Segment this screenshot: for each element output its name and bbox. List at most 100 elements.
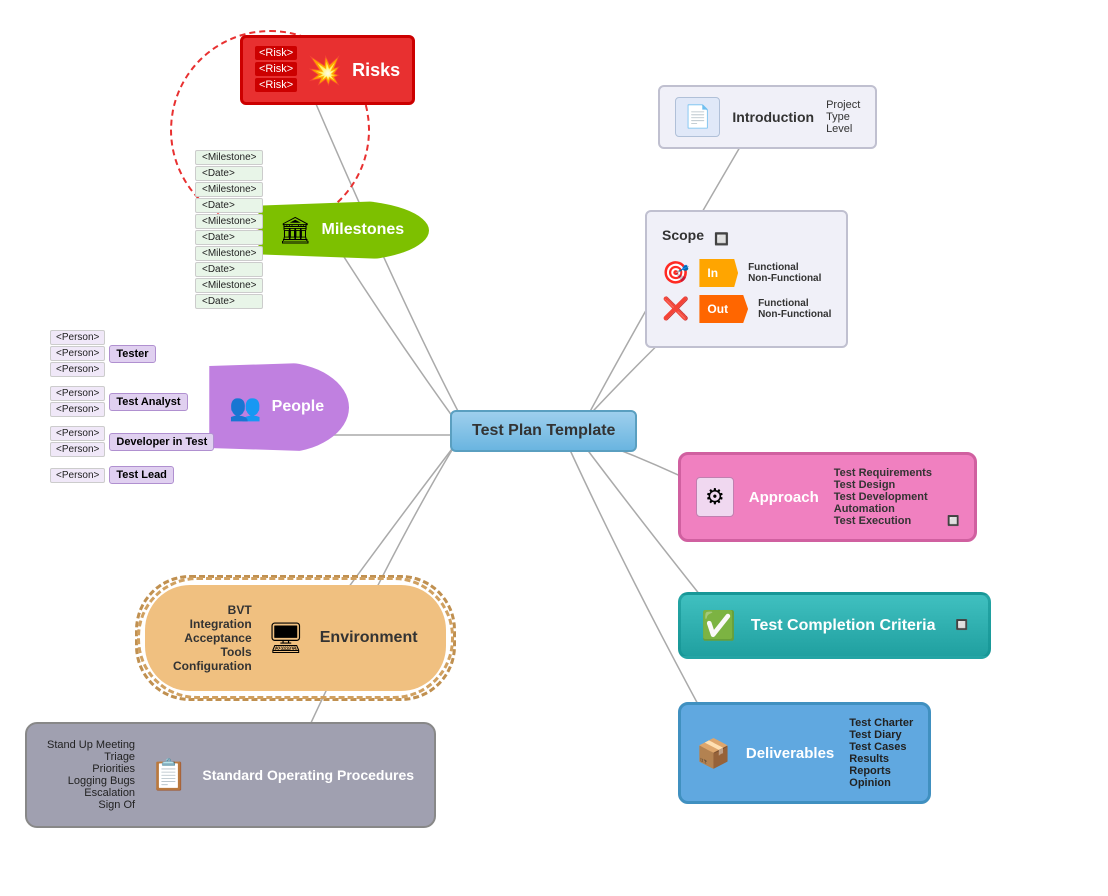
sop-node: Stand Up Meeting Triage Priorities Loggi… — [25, 722, 436, 828]
risks-icon: 💥 — [307, 54, 342, 87]
people-bubble: 👥 People — [209, 362, 349, 453]
risks-list: <Risk> <Risk> <Risk> — [255, 46, 297, 94]
lead-person-1: <Person> — [50, 468, 105, 483]
deliverables-icon: 📦 — [696, 737, 731, 770]
analyst-person-2: <Person> — [50, 402, 105, 417]
env-item-2: Integration — [173, 617, 252, 631]
lead-group: <Person> Test Lead — [50, 466, 214, 484]
tester-person-3: <Person> — [50, 362, 105, 377]
introduction-list: Project Type Level — [826, 99, 860, 135]
intro-item-1: Project — [826, 99, 860, 111]
milestone-date-5: <Date> — [195, 294, 263, 309]
scope-out-icon: ❌ — [662, 296, 689, 322]
deliverables-label: Deliverables — [746, 745, 834, 762]
scope-out-list: Functional Non-Functional — [758, 298, 831, 320]
scope-in-item-1: Functional — [748, 262, 821, 273]
scope-node: Scope 🔲 🎯 In Functional Non-Functional ❌… — [645, 210, 848, 348]
scope-out-row: ❌ Out Functional Non-Functional — [662, 295, 831, 323]
environment-label: Environment — [320, 629, 418, 647]
environment-bubble: BVT Integration Acceptance Tools Configu… — [145, 585, 446, 691]
approach-icon: ⚙ — [705, 484, 725, 509]
env-item-4: Tools — [173, 645, 252, 659]
sop-item-6: Sign Of — [47, 799, 135, 811]
approach-item-2: Test Design — [834, 479, 932, 491]
risks-node: <Risk> <Risk> <Risk> 💥 Risks — [240, 35, 415, 105]
scope-in-label: In — [707, 266, 718, 280]
milestone-date-3: <Date> — [195, 230, 263, 245]
milestones-icon: 🏛 — [278, 215, 311, 246]
developer-person-1: <Person> — [50, 426, 105, 441]
milestone-2: <Milestone> — [195, 182, 263, 197]
milestone-1: <Milestone> — [195, 150, 263, 165]
introduction-label: Introduction — [732, 109, 814, 125]
analyst-label: Test Analyst — [109, 393, 187, 411]
deliverables-node: 📦 Deliverables Test Charter Test Diary T… — [678, 702, 931, 804]
sop-item-5: Escalation — [47, 787, 135, 799]
center-label: Test Plan Template — [472, 422, 615, 439]
milestones-bubble: 🏛 Milestones — [258, 200, 429, 261]
deliverables-list: Test Charter Test Diary Test Cases Resul… — [849, 717, 913, 789]
tcc-label: Test Completion Criteria — [751, 617, 936, 635]
milestones-label: Milestones — [322, 221, 405, 239]
environment-node: BVT Integration Acceptance Tools Configu… — [145, 585, 446, 691]
developer-person-2: <Person> — [50, 442, 105, 457]
analyst-person-1: <Person> — [50, 386, 105, 401]
deliverables-item-3: Test Cases — [849, 741, 913, 753]
scope-out-item-2: Non-Functional — [758, 309, 831, 320]
approach-list: Test Requirements Test Design Test Devel… — [834, 467, 932, 527]
approach-item-4: Automation — [834, 503, 932, 515]
sop-list: Stand Up Meeting Triage Priorities Loggi… — [47, 739, 135, 811]
environment-icon: 🖥 — [267, 621, 305, 656]
introduction-node: 📄 Introduction Project Type Level — [658, 85, 877, 149]
approach-icon-box: ⚙ — [696, 477, 734, 517]
deliverables-item-4: Results — [849, 753, 913, 765]
approach-item-3: Test Development — [834, 491, 932, 503]
sop-item-2: Triage — [47, 751, 135, 763]
env-item-5: Configuration — [173, 659, 252, 673]
env-item-1: BVT — [173, 603, 252, 617]
introduction-icon-box: 📄 — [675, 97, 720, 137]
tcc-icon: ✅ — [701, 609, 736, 642]
tcc-small-icon: 🔲 — [956, 620, 968, 631]
scope-in-list: Functional Non-Functional — [748, 262, 821, 284]
people-node: <Person> <Person> <Person> Tester <Perso… — [50, 330, 349, 484]
milestone-3: <Milestone> — [195, 214, 263, 229]
scope-in-icon: 🎯 — [662, 260, 689, 286]
people-roles: <Person> <Person> <Person> Tester <Perso… — [50, 330, 214, 484]
approach-label: Approach — [749, 489, 819, 506]
tester-person-2: <Person> — [50, 346, 105, 361]
sop-icon: 📋 — [150, 758, 187, 793]
milestone-date-2: <Date> — [195, 198, 263, 213]
approach-item-1: Test Requirements — [834, 467, 932, 479]
scope-label: Scope — [662, 227, 704, 243]
environment-list: BVT Integration Acceptance Tools Configu… — [173, 603, 252, 673]
scope-box: Scope 🔲 🎯 In Functional Non-Functional ❌… — [645, 210, 848, 348]
deliverables-item-5: Reports — [849, 765, 913, 777]
deliverables-item-1: Test Charter — [849, 717, 913, 729]
milestone-5: <Milestone> — [195, 278, 263, 293]
people-label: People — [272, 398, 324, 416]
center-node: Test Plan Template — [450, 410, 637, 452]
scope-icon: 🔲 — [714, 232, 729, 246]
env-item-3: Acceptance — [173, 631, 252, 645]
milestones-node: <Milestone> <Date> <Milestone> <Date> <M… — [195, 150, 429, 310]
people-icon: 👥 — [229, 392, 261, 423]
sop-item-1: Stand Up Meeting — [47, 739, 135, 751]
sop-item-3: Priorities — [47, 763, 135, 775]
analyst-group: <Person> <Person> Test Analyst — [50, 386, 214, 417]
scope-out-item-1: Functional — [758, 298, 831, 309]
scope-in-row: 🎯 In Functional Non-Functional — [662, 259, 831, 287]
deliverables-item-6: Opinion — [849, 777, 913, 789]
risk-item-3: <Risk> — [255, 78, 297, 92]
sop-label: Standard Operating Procedures — [202, 767, 414, 783]
sop-item-4: Logging Bugs — [47, 775, 135, 787]
scope-in-item-2: Non-Functional — [748, 273, 821, 284]
risk-item-2: <Risk> — [255, 62, 297, 76]
tcc-node: ✅ Test Completion Criteria 🔲 — [678, 592, 991, 659]
risks-label: Risks — [352, 60, 400, 81]
tester-label: Tester — [109, 345, 155, 363]
tester-person-1: <Person> — [50, 330, 105, 345]
lead-label: Test Lead — [109, 466, 174, 484]
tester-group: <Person> <Person> <Person> Tester — [50, 330, 214, 377]
approach-item-5: Test Execution — [834, 515, 932, 527]
